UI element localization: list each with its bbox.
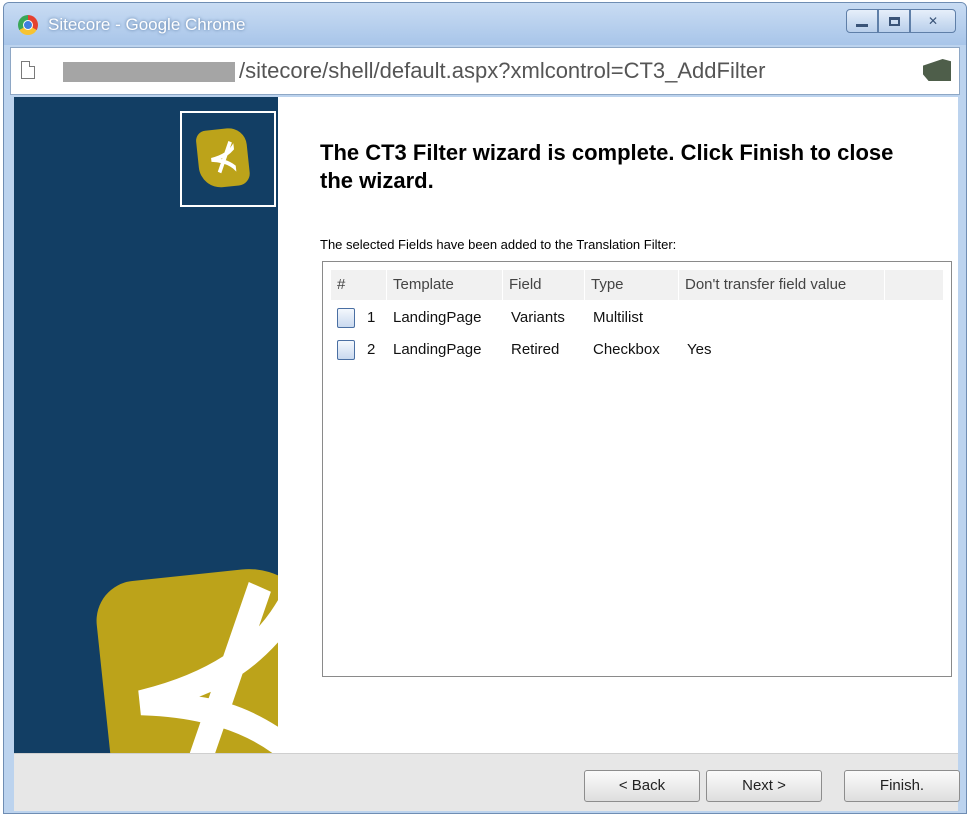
wizard-content: ⊀ ⊀ The CT3 Filter wizard is complete. C… [14, 97, 958, 753]
table-row[interactable]: 1 LandingPage Variants Multilist [331, 304, 943, 332]
maximize-button[interactable] [878, 9, 910, 33]
window-title: Sitecore - Google Chrome [48, 15, 246, 34]
wizard-subtext: The selected Fields have been added to t… [320, 237, 677, 252]
title-bar[interactable]: Sitecore - Google Chrome ✕ [4, 3, 966, 45]
maximize-icon [888, 16, 900, 26]
url-host-redacted [63, 62, 235, 82]
row-field: Variants [511, 309, 565, 326]
row-template: LandingPage [393, 309, 482, 326]
sitecore-watermark-icon: ⊀ [92, 550, 278, 753]
document-icon [337, 340, 355, 360]
window-controls: ✕ [846, 9, 956, 33]
wizard-heading: The CT3 Filter wizard is complete. Click… [320, 140, 894, 193]
back-button[interactable]: < Back [584, 770, 700, 802]
table-row[interactable]: 2 LandingPage Retired Checkbox Yes [331, 336, 943, 364]
column-header-dont-transfer[interactable]: Don't transfer field value [679, 270, 885, 300]
row-number: 2 [367, 341, 376, 358]
close-window-button[interactable]: ✕ [910, 9, 956, 33]
column-header-type[interactable]: Type [585, 270, 679, 300]
close-icon: ✕ [927, 14, 939, 28]
url-path: /sitecore/shell/default.aspx?xmlcontrol=… [239, 58, 766, 83]
row-template: LandingPage [393, 341, 482, 358]
row-number: 1 [367, 309, 376, 326]
next-button[interactable]: Next > [706, 770, 822, 802]
address-bar[interactable]: /sitecore/shell/default.aspx?xmlcontrol=… [10, 47, 960, 95]
column-header-number[interactable]: # [331, 270, 387, 300]
extension-icon[interactable] [923, 59, 951, 81]
minimize-button[interactable] [846, 9, 878, 33]
row-type: Multilist [593, 309, 644, 326]
finish-button[interactable]: Finish. [844, 770, 960, 802]
column-header-field[interactable]: Field [503, 270, 585, 300]
row-field: Retired [511, 341, 560, 358]
minimize-icon [856, 23, 868, 27]
chrome-logo-icon [18, 15, 38, 35]
wizard-footer: < Back Next > Finish. [14, 753, 960, 811]
row-dont-transfer: Yes [687, 341, 712, 358]
document-icon [337, 308, 355, 328]
column-header-template[interactable]: Template [387, 270, 503, 300]
page-icon [21, 61, 35, 79]
wizard-sidebar: ⊀ ⊀ [14, 97, 278, 753]
row-type: Checkbox [593, 341, 660, 358]
logo-frame: ⊀ [180, 111, 276, 207]
fields-listview[interactable]: # Template Field Type Don't transfer fie… [322, 261, 952, 677]
list-header: # Template Field Type Don't transfer fie… [331, 270, 943, 300]
sitecore-logo-icon: ⊀ [195, 126, 251, 190]
browser-window: Sitecore - Google Chrome ✕ /sitecore/she… [3, 2, 967, 814]
